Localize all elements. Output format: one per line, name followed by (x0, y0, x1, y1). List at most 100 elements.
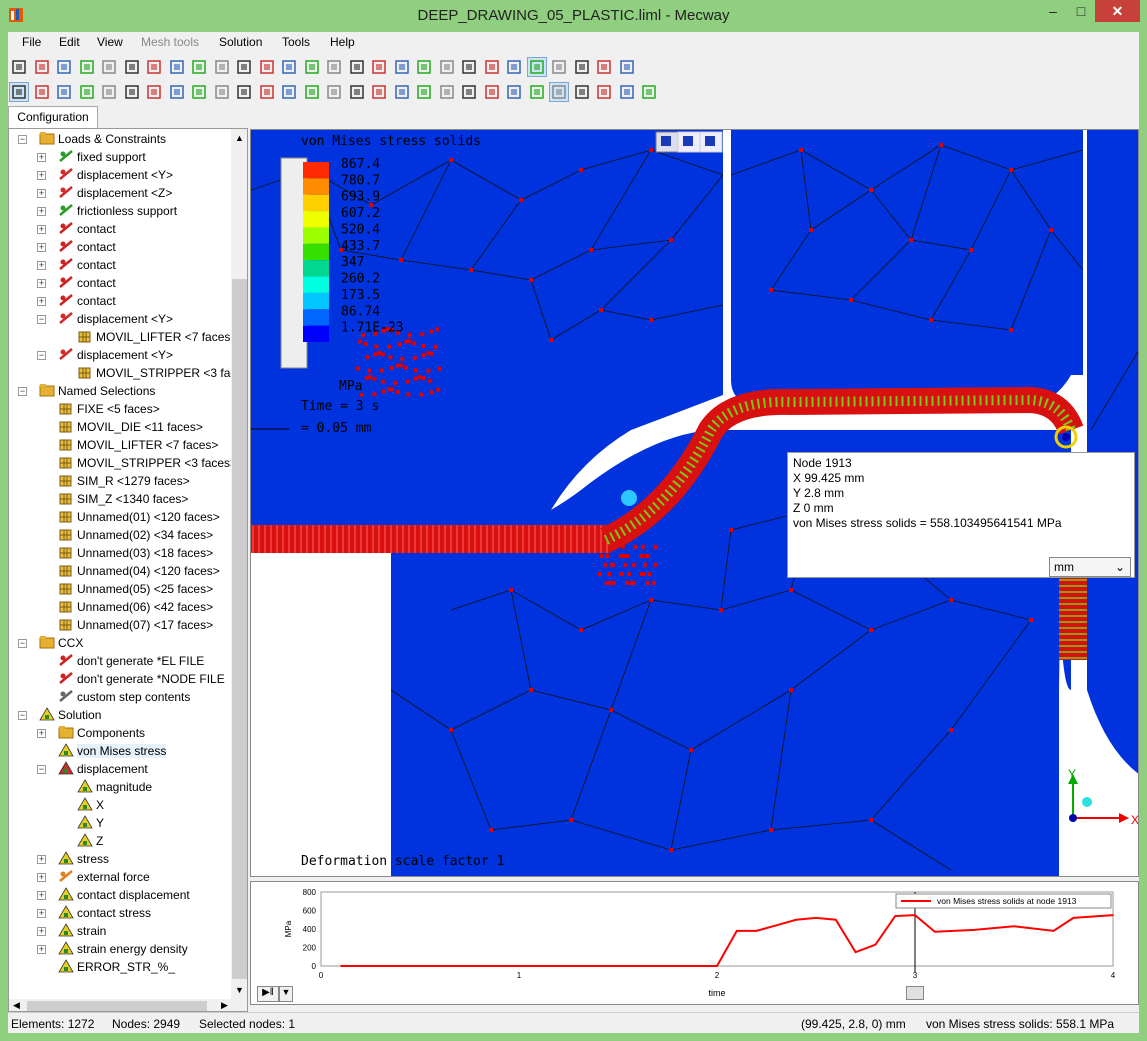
expand-icon[interactable]: + (37, 855, 46, 864)
expand-icon[interactable]: + (37, 945, 46, 954)
main-tool-9-icon[interactable] (190, 58, 208, 76)
mesh-tool-13-icon[interactable] (280, 83, 298, 101)
tree-item[interactable]: + stress (37, 850, 109, 868)
tree-item[interactable]: Unnamed(02) <34 faces> (58, 526, 213, 544)
tree-item[interactable]: ERROR_STR_%_ (58, 958, 175, 976)
tree-item[interactable]: MOVIL_STRIPPER <3 face (77, 364, 231, 382)
tree-item[interactable]: + strain energy density (37, 940, 188, 958)
tree-item[interactable]: − displacement (37, 760, 148, 778)
main-tool-6-icon[interactable] (123, 58, 141, 76)
tree-item[interactable]: MOVIL_STRIPPER <3 faces> (58, 454, 231, 472)
main-tool-4-icon[interactable] (78, 58, 96, 76)
tree-item[interactable]: don't generate *EL FILE (58, 652, 204, 670)
mesh-tool-2-icon[interactable] (33, 83, 51, 101)
expand-icon[interactable]: + (37, 927, 46, 936)
tree-item[interactable]: − Loads & Constraints (18, 130, 166, 148)
mesh-tool-17-icon[interactable] (370, 83, 388, 101)
collapse-icon[interactable]: − (18, 711, 27, 720)
main-tool-20-icon[interactable] (438, 58, 456, 76)
expand-icon[interactable]: + (37, 171, 46, 180)
menu-help[interactable]: Help (330, 35, 355, 49)
tree-item[interactable]: − Named Selections (18, 382, 155, 400)
scroll-up-icon[interactable]: ▲ (235, 133, 244, 143)
main-tool-8-icon[interactable] (168, 58, 186, 76)
tree-item[interactable]: + frictionless support (37, 202, 177, 220)
menu-solution[interactable]: Solution (219, 35, 262, 49)
mesh-tool-1-icon[interactable] (9, 82, 29, 102)
collapse-icon[interactable]: − (18, 135, 27, 144)
tree-item[interactable]: don't generate *NODE FILE (58, 670, 225, 688)
mesh-tool-22-icon[interactable] (483, 83, 501, 101)
menu-tools[interactable]: Tools (282, 35, 310, 49)
mesh-tool-19-icon[interactable] (415, 83, 433, 101)
tree-item[interactable]: Unnamed(06) <42 faces> (58, 598, 213, 616)
tree-horizontal-scrollbar[interactable]: ◀ ▶ (9, 999, 247, 1011)
tree-item[interactable]: Unnamed(04) <120 faces> (58, 562, 220, 580)
selected-node-dot[interactable] (1062, 433, 1070, 441)
play-pause-button[interactable]: ▶‖ (257, 986, 279, 1002)
minimize-button[interactable]: – (1040, 0, 1066, 22)
mesh-tool-23-icon[interactable] (505, 83, 523, 101)
tree-item[interactable]: SIM_Z <1340 faces> (58, 490, 188, 508)
time-slider-thumb[interactable] (906, 986, 924, 1000)
tree-item[interactable]: MOVIL_LIFTER <7 faces> (77, 328, 231, 346)
tree-item[interactable]: Unnamed(03) <18 faces> (58, 544, 213, 562)
collapse-icon[interactable]: − (18, 639, 27, 648)
menu-mesh-tools[interactable]: Mesh tools (141, 35, 199, 49)
expand-icon[interactable]: + (37, 153, 46, 162)
tree-item[interactable]: + contact stress (37, 904, 151, 922)
menu-edit[interactable]: Edit (59, 35, 80, 49)
mesh-tool-24-icon[interactable] (528, 83, 546, 101)
tree-item[interactable]: MOVIL_DIE <11 faces> (58, 418, 203, 436)
play-options-icon[interactable]: ▼ (279, 986, 293, 1002)
mesh-tool-15-icon[interactable] (325, 83, 343, 101)
tree-item[interactable]: + contact displacement (37, 886, 190, 904)
unit-select[interactable]: mm ⌄ (1049, 557, 1131, 577)
tree-item[interactable]: FIXE <5 faces> (58, 400, 160, 418)
expand-icon[interactable]: + (37, 729, 46, 738)
model-viewport[interactable]: 867.4 780.7 693.9 607.2 520.4 433.7 347 260.2 17… (250, 129, 1139, 877)
mesh-tool-28-icon[interactable] (618, 83, 636, 101)
expand-icon[interactable]: + (37, 891, 46, 900)
menu-file[interactable]: File (22, 35, 41, 49)
tree-item[interactable]: + strain (37, 922, 106, 940)
tree-item[interactable]: + contact (37, 274, 116, 292)
main-tool-14-icon[interactable] (303, 58, 321, 76)
expand-icon[interactable]: + (37, 279, 46, 288)
expand-icon[interactable]: + (37, 243, 46, 252)
mesh-tool-12-icon[interactable] (258, 83, 276, 101)
scroll-left-icon[interactable]: ◀ (13, 1000, 20, 1011)
main-tool-24-icon[interactable] (526, 57, 547, 77)
mesh-tool-6-icon[interactable] (123, 83, 141, 101)
expand-icon[interactable]: + (37, 873, 46, 882)
mesh-tool-20-icon[interactable] (438, 83, 456, 101)
maximize-button[interactable]: □ (1068, 0, 1094, 22)
tree-vertical-scrollbar[interactable]: ▲ ▼ (231, 129, 247, 999)
tree-item[interactable]: Unnamed(05) <25 faces> (58, 580, 213, 598)
main-tool-10-icon[interactable] (213, 58, 231, 76)
main-tool-21-icon[interactable] (460, 58, 478, 76)
tree-item[interactable]: + external force (37, 868, 150, 886)
main-tool-22-icon[interactable] (483, 58, 501, 76)
tree-item[interactable]: Unnamed(07) <17 faces> (58, 616, 213, 634)
view-cube-buttons[interactable] (655, 131, 723, 153)
tree-item[interactable]: + displacement <Y> (37, 166, 173, 184)
tree-item[interactable]: Y (77, 814, 104, 832)
main-tool-17-icon[interactable] (370, 58, 388, 76)
mesh-tool-5-icon[interactable] (100, 83, 118, 101)
mesh-tool-26-icon[interactable] (573, 83, 591, 101)
mesh-tool-16-icon[interactable] (348, 83, 366, 101)
menu-view[interactable]: View (97, 35, 123, 49)
expand-icon[interactable]: + (37, 225, 46, 234)
tree-item[interactable]: + displacement <Z> (37, 184, 172, 202)
tree-item[interactable]: MOVIL_LIFTER <7 faces> (58, 436, 218, 454)
tree-item[interactable]: − displacement <Y> (37, 346, 173, 364)
close-button[interactable]: ✕ (1095, 0, 1140, 22)
expand-icon[interactable]: + (37, 261, 46, 270)
main-tool-27-icon[interactable] (595, 58, 613, 76)
tree-item[interactable]: SIM_R <1279 faces> (58, 472, 190, 490)
main-tool-3-icon[interactable] (55, 58, 73, 76)
mesh-tool-18-icon[interactable] (393, 83, 411, 101)
expand-icon[interactable]: + (37, 189, 46, 198)
mesh-tool-3-icon[interactable] (55, 83, 73, 101)
